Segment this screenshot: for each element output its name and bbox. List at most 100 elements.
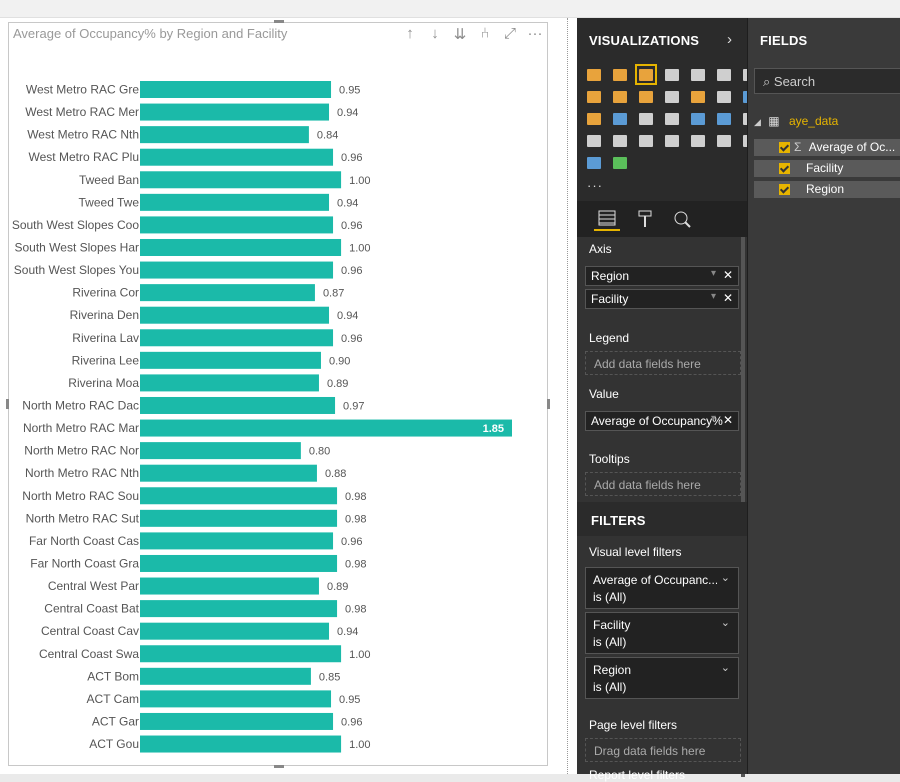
value-field[interactable]: Average of Occupancy% ▾ ✕ — [585, 411, 739, 431]
clustered-bar-chart-icon[interactable] — [635, 64, 657, 85]
kpi-icon[interactable] — [663, 132, 681, 149]
checkbox-checked[interactable] — [779, 163, 790, 174]
collapse-chevron-icon[interactable]: › — [727, 31, 732, 48]
page-filters-dropzone[interactable]: Drag data fields here — [585, 738, 741, 762]
bar[interactable] — [140, 487, 338, 505]
fields-tab-icon[interactable] — [594, 207, 620, 231]
gauge-icon[interactable] — [585, 132, 603, 149]
card-icon[interactable] — [611, 132, 629, 149]
filter-card-region[interactable]: Region is (All) ⌄ — [585, 657, 739, 699]
magnifier-icon — [674, 211, 691, 228]
chevron-down-icon[interactable]: ⌄ — [721, 615, 730, 632]
more-visuals-icon[interactable]: ··· — [587, 178, 603, 193]
table-icon[interactable] — [715, 132, 733, 149]
bar[interactable] — [140, 171, 342, 189]
remove-field-icon[interactable]: ✕ — [723, 268, 733, 282]
bar[interactable] — [140, 645, 342, 663]
area-chart-icon[interactable] — [585, 88, 603, 105]
bar[interactable] — [140, 261, 334, 279]
field-item-region[interactable]: Region — [754, 181, 900, 198]
bar[interactable] — [140, 351, 321, 369]
bar[interactable] — [140, 464, 317, 482]
resize-handle[interactable] — [274, 765, 284, 768]
field-table-aye-data[interactable]: ◢ ▦ aye_data — [754, 114, 838, 128]
data-label: 1.85 — [483, 423, 504, 435]
waterfall-chart-icon[interactable] — [715, 88, 733, 105]
bar[interactable] — [140, 419, 512, 437]
field-label: Facility — [806, 161, 844, 175]
bar[interactable] — [140, 306, 330, 324]
bar[interactable] — [140, 396, 336, 414]
checkbox-checked[interactable] — [779, 142, 790, 153]
line-clustered-column-icon[interactable] — [637, 88, 655, 105]
bar[interactable] — [140, 667, 311, 685]
resize-handle[interactable] — [547, 399, 550, 409]
bar[interactable] — [140, 329, 334, 347]
filter-card-facility[interactable]: Facility is (All) ⌄ — [585, 612, 739, 654]
field-item-facility[interactable]: Facility — [754, 160, 900, 177]
line-stacked-column-icon[interactable] — [663, 88, 681, 105]
axis-field-facility[interactable]: Facility ▾ ✕ — [585, 289, 739, 309]
pie-chart-icon[interactable] — [585, 110, 603, 127]
dropdown-icon[interactable]: ▾ — [711, 268, 716, 279]
bar[interactable] — [140, 238, 342, 256]
bar[interactable] — [140, 532, 334, 550]
bar[interactable] — [140, 442, 301, 460]
icon-glyph — [587, 68, 601, 81]
data-label: 0.96 — [341, 333, 362, 345]
filter-card-occupancy[interactable]: Average of Occupanc... is (All) ⌄ — [585, 567, 739, 609]
bar[interactable] — [140, 126, 309, 144]
bar[interactable] — [140, 622, 330, 640]
stacked-area-chart-icon[interactable] — [611, 88, 629, 105]
bar-chart-visual[interactable]: Average of Occupancy% by Region and Faci… — [6, 20, 550, 768]
bar[interactable] — [140, 148, 334, 166]
slicer-icon[interactable] — [689, 132, 707, 149]
chevron-down-icon[interactable]: ⌄ — [721, 660, 730, 677]
treemap-icon[interactable] — [637, 110, 655, 127]
checkbox-checked[interactable] — [779, 184, 790, 195]
category-label: Riverina Den — [70, 308, 139, 322]
donut-chart-icon[interactable] — [611, 110, 629, 127]
bar[interactable] — [140, 509, 338, 527]
expand-triangle-icon[interactable]: ◢ — [754, 117, 761, 127]
dropdown-icon[interactable]: ▾ — [711, 291, 716, 302]
bar[interactable] — [140, 216, 334, 234]
stacked-column-chart-icon[interactable] — [611, 66, 629, 83]
format-paint-roller-icon[interactable] — [632, 207, 658, 231]
analytics-magnifier-icon[interactable] — [669, 207, 695, 231]
axis-field-region[interactable]: Region ▾ ✕ — [585, 266, 739, 286]
bar[interactable] — [140, 554, 338, 572]
ribbon-chart-icon[interactable] — [689, 88, 707, 105]
field-item-average-occupancy[interactable]: Σ Average of Oc... — [754, 139, 900, 156]
chevron-down-icon[interactable]: ⌄ — [721, 570, 730, 587]
bar[interactable] — [140, 193, 330, 211]
dropdown-icon[interactable]: ▾ — [711, 413, 716, 424]
100-stacked-bar-chart-icon[interactable] — [689, 66, 707, 83]
fields-search-input[interactable]: ⌕ Search — [754, 68, 900, 94]
bar[interactable] — [140, 600, 338, 618]
bar[interactable] — [140, 81, 332, 98]
remove-field-icon[interactable]: ✕ — [723, 413, 733, 427]
bar[interactable] — [140, 735, 342, 753]
category-label: West Metro RAC Plu — [29, 150, 139, 164]
filled-map-icon[interactable] — [689, 110, 707, 127]
clustered-column-chart-icon[interactable] — [663, 66, 681, 83]
remove-field-icon[interactable]: ✕ — [723, 291, 733, 305]
multi-row-card-icon[interactable] — [637, 132, 655, 149]
bar[interactable] — [140, 374, 319, 392]
tooltips-dropzone[interactable]: Add data fields here — [585, 472, 741, 496]
fields-grid-icon — [598, 210, 616, 226]
r-visual-icon[interactable] — [585, 154, 603, 171]
map-icon[interactable] — [663, 110, 681, 127]
bar[interactable] — [140, 690, 332, 708]
category-label: Central Coast Bat — [44, 602, 139, 616]
bar[interactable] — [140, 712, 334, 730]
legend-dropzone[interactable]: Add data fields here — [585, 351, 741, 375]
globe-icon[interactable] — [611, 154, 629, 171]
100-stacked-column-chart-icon[interactable] — [715, 66, 733, 83]
stacked-bar-chart-icon[interactable] — [585, 66, 603, 83]
bar[interactable] — [140, 284, 315, 302]
bar[interactable] — [140, 577, 319, 595]
shape-map-icon[interactable] — [715, 110, 733, 127]
bar[interactable] — [140, 103, 330, 121]
